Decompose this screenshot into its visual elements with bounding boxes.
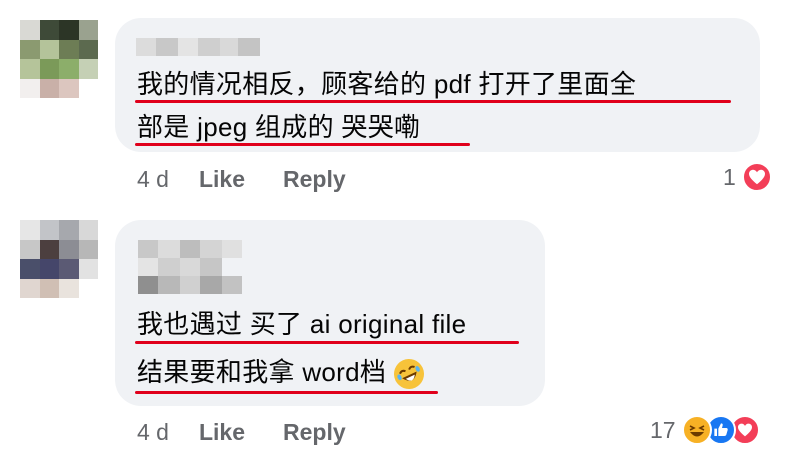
author-name-redacted[interactable] bbox=[138, 240, 242, 294]
author-name-redacted[interactable] bbox=[136, 38, 260, 56]
red-underline bbox=[135, 391, 438, 394]
rolling-on-floor-laughing-emoji bbox=[388, 354, 429, 395]
timestamp[interactable]: 4 d bbox=[137, 419, 169, 446]
comment-text-line: 我的情况相反，顾客给的 pdf 打开了里面全 bbox=[137, 69, 637, 99]
avatar[interactable] bbox=[20, 20, 98, 98]
reaction-count: 17 bbox=[650, 416, 676, 443]
haha-icon bbox=[681, 415, 712, 445]
red-underline bbox=[135, 341, 519, 344]
reply-button[interactable]: Reply bbox=[283, 419, 346, 446]
comment-text-line: 部是 jpeg 组成的 哭哭嘞 bbox=[137, 112, 421, 142]
reaction-count: 1 bbox=[723, 163, 736, 190]
comment-text-line: 结果要和我拿 word档 bbox=[137, 354, 429, 395]
avatar[interactable] bbox=[20, 220, 98, 298]
reaction-summary[interactable]: 1 bbox=[723, 162, 772, 192]
reaction-summary[interactable]: 17 bbox=[650, 415, 760, 445]
timestamp[interactable]: 4 d bbox=[137, 166, 169, 193]
red-underline bbox=[135, 143, 470, 146]
heart-icon bbox=[741, 162, 772, 192]
like-button[interactable]: Like bbox=[199, 166, 245, 193]
red-underline bbox=[135, 100, 731, 103]
comment-text-line: 我也遇过 买了 ai original file bbox=[137, 309, 467, 339]
like-button[interactable]: Like bbox=[199, 419, 245, 446]
comment-actions: 4 d Like Reply bbox=[137, 419, 346, 446]
reply-button[interactable]: Reply bbox=[283, 166, 346, 193]
comment-actions: 4 d Like Reply bbox=[137, 166, 346, 193]
